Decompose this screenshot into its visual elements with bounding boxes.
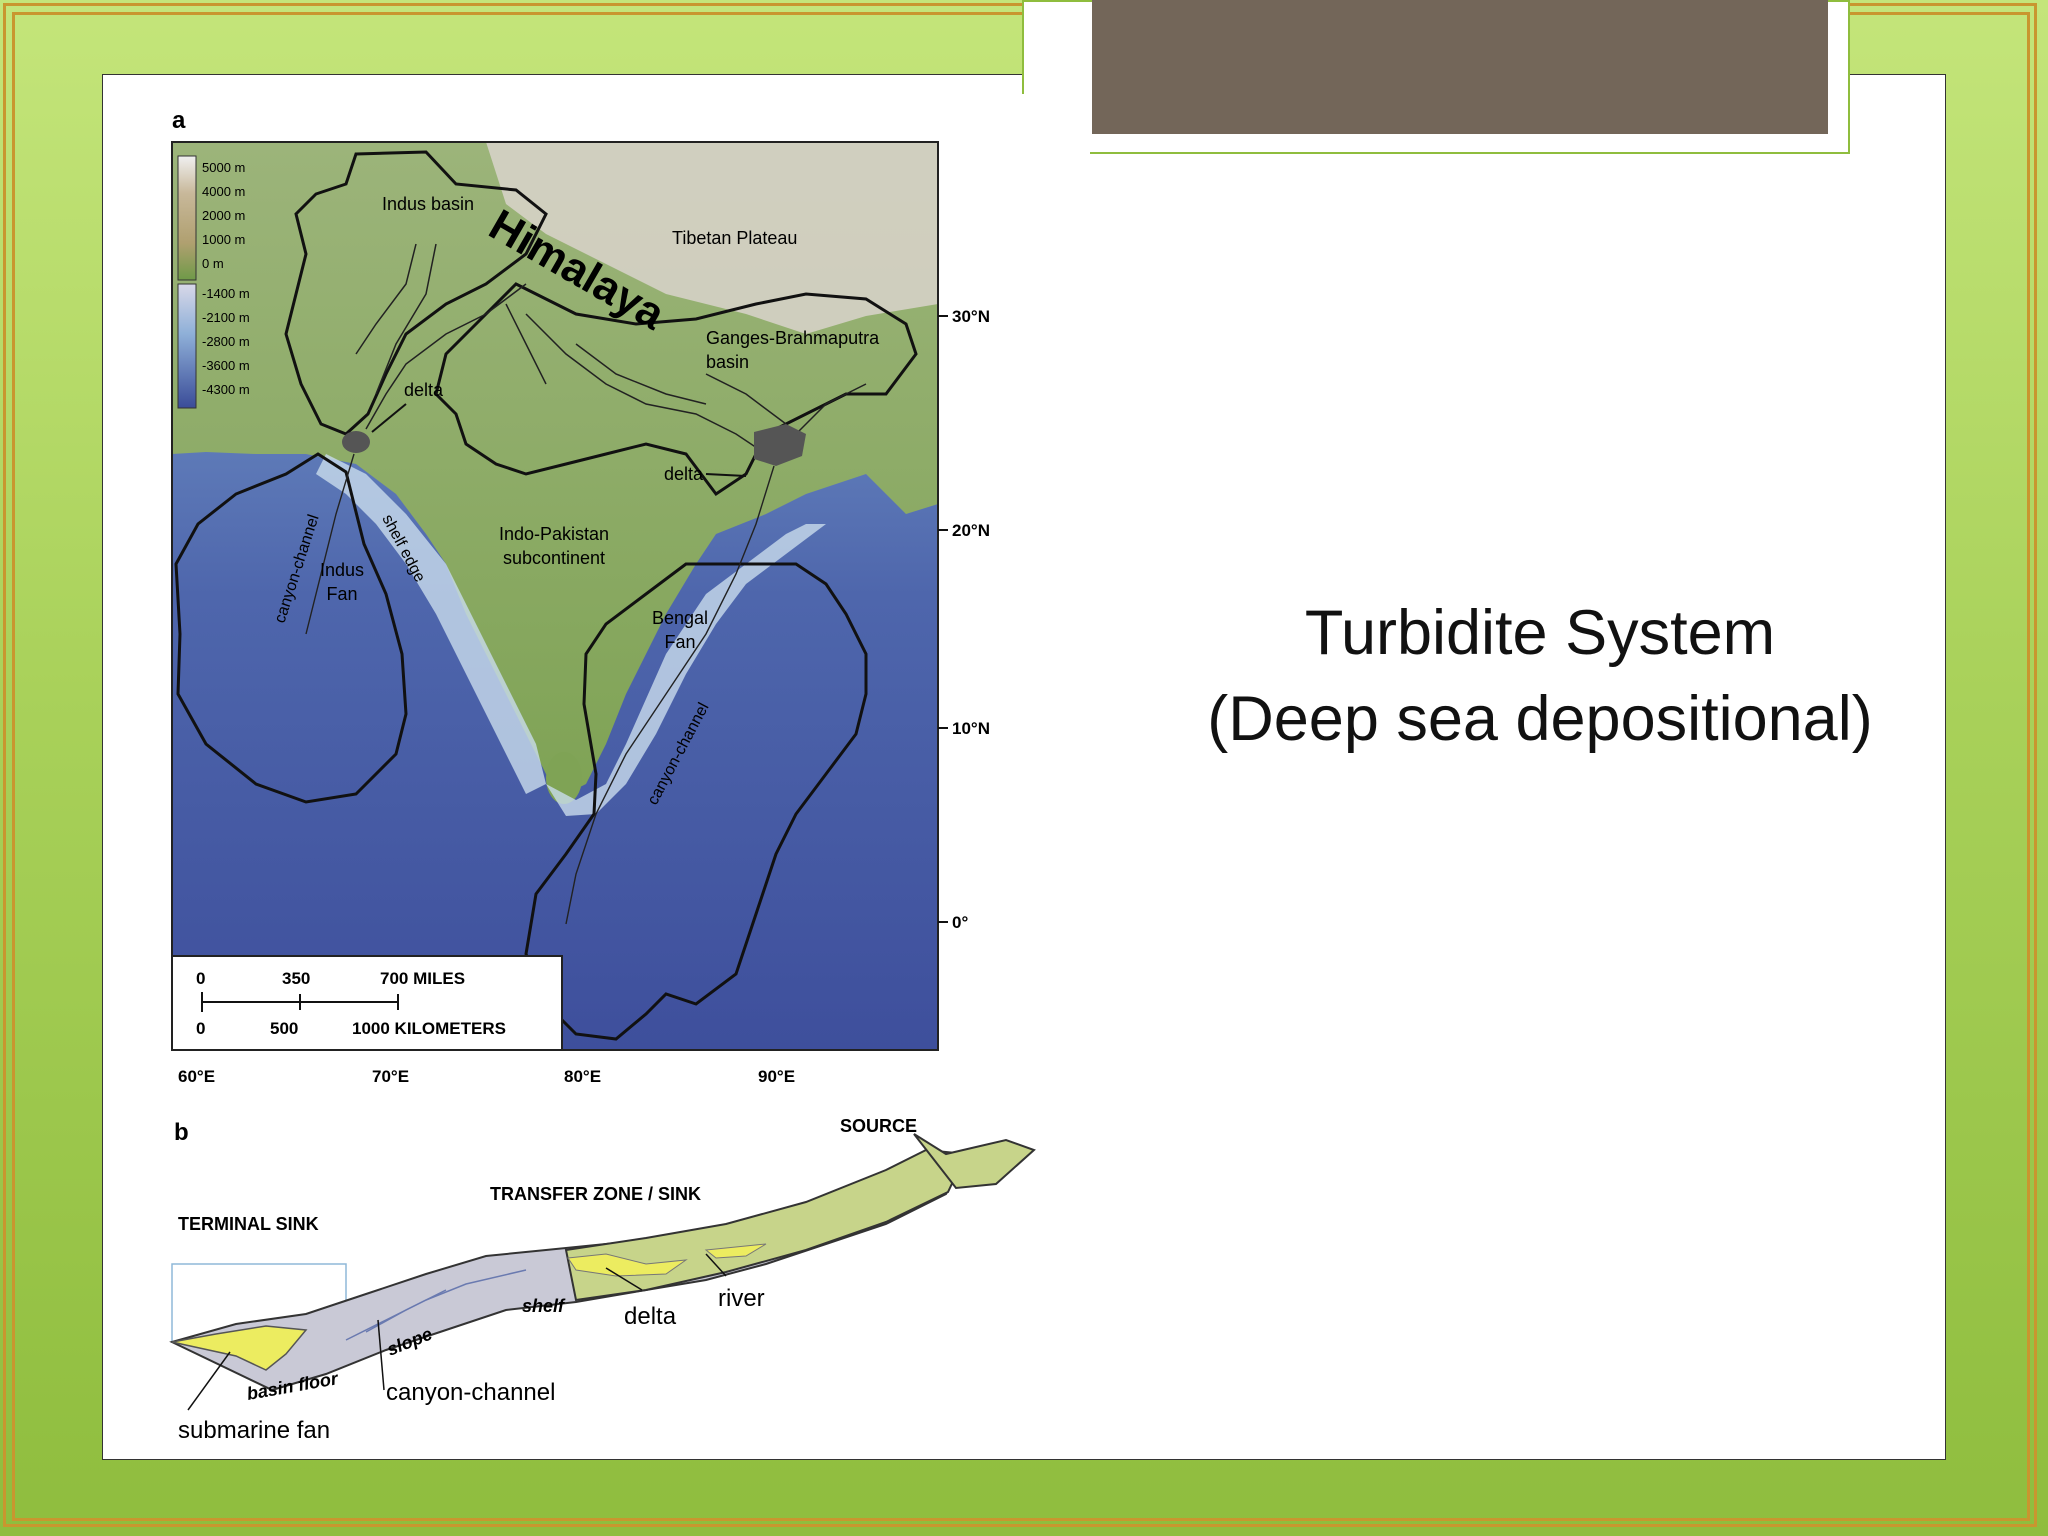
label-indus-fan-1: Indus	[320, 560, 364, 580]
label-source: SOURCE	[840, 1116, 917, 1136]
legend-land-3: 1000 m	[202, 232, 245, 247]
scale-km-500: 500	[270, 1019, 298, 1038]
legend-sea-2: -2800 m	[202, 334, 250, 349]
legend-sea-3: -3600 m	[202, 358, 250, 373]
slide-caption: Turbidite System (Deep sea depositional)	[1140, 590, 1940, 762]
scale-miles-700: 700 MILES	[380, 969, 465, 988]
label-terminal-sink: TERMINAL SINK	[178, 1214, 319, 1234]
panel-a-label: a	[172, 107, 186, 134]
legend-sea-4: -4300 m	[202, 382, 250, 397]
label-transfer-zone: TRANSFER ZONE / SINK	[490, 1184, 701, 1204]
legend-sea-1: -2100 m	[202, 310, 250, 325]
label-shelf: shelf	[522, 1296, 566, 1316]
longitude-labels: 60°E 70°E 80°E 90°E	[178, 1067, 795, 1086]
label-delta-indus: delta	[404, 380, 444, 400]
legend-land-0: 5000 m	[202, 160, 245, 175]
caption-line-1: Turbidite System	[1304, 598, 1776, 668]
legend-sea-bar	[177, 283, 197, 409]
lon-80e: 80°E	[564, 1067, 601, 1086]
legend-land-4: 0 m	[202, 256, 224, 271]
scale-bar: 0 350 700 MILES 0 500 1000 KILOMETERS	[171, 955, 563, 1051]
label-submarine-fan: submarine fan	[178, 1417, 330, 1444]
label-indus-fan-2: Fan	[326, 584, 357, 604]
label-delta-b: delta	[624, 1303, 677, 1330]
label-indo-pakistan-2: subcontinent	[503, 548, 605, 568]
caption-line-2: (Deep sea depositional)	[1207, 684, 1873, 754]
lat-20n: 20°N	[952, 521, 990, 540]
label-ganges-basin-1: Ganges-Brahmaputra	[706, 328, 880, 348]
lat-0: 0°	[952, 913, 968, 932]
label-indo-pakistan-1: Indo-Pakistan	[499, 524, 609, 544]
scale-km-1000: 1000 KILOMETERS	[352, 1019, 506, 1038]
title-placeholder-bar	[1092, 0, 1828, 134]
lon-90e: 90°E	[758, 1067, 795, 1086]
lon-60e: 60°E	[178, 1067, 215, 1086]
legend-land-1: 4000 m	[202, 184, 245, 199]
scale-miles-350: 350	[282, 969, 310, 988]
turbidite-figure: a 5000 m 4000 m 2000 m 1000 m 0 m -1400 …	[106, 94, 1090, 1456]
lat-10n: 10°N	[952, 719, 990, 738]
label-tibetan-plateau: Tibetan Plateau	[672, 228, 797, 248]
figure-svg: a 5000 m 4000 m 2000 m 1000 m 0 m -1400 …	[169, 107, 1036, 1444]
scale-km-0: 0	[196, 1019, 205, 1038]
scale-miles-0: 0	[196, 969, 205, 988]
lat-30n: 30°N	[952, 307, 990, 326]
legend-land-bar	[177, 155, 197, 281]
label-indus-basin: Indus basin	[382, 194, 474, 214]
legend-sea-0: -1400 m	[202, 286, 250, 301]
label-river: river	[718, 1285, 765, 1312]
legend-land-2: 2000 m	[202, 208, 245, 223]
panel-b-label: b	[174, 1119, 189, 1146]
label-bengal-fan-1: Bengal	[652, 608, 708, 628]
lon-70e: 70°E	[372, 1067, 409, 1086]
panel-b: b SOURCE TRANSFER ZONE / SINK TERMINAL S…	[169, 1116, 1036, 1444]
river-valley	[564, 1148, 968, 1302]
latitude-labels: 30°N 20°N 10°N 0°	[938, 307, 990, 932]
label-bengal-fan-2: Fan	[664, 632, 695, 652]
label-ganges-basin-2: basin	[706, 352, 749, 372]
label-delta-ganges: delta	[664, 464, 704, 484]
map-panel-a: 5000 m 4000 m 2000 m 1000 m 0 m -1400 m …	[171, 141, 990, 1086]
label-canyon-channel-b: canyon-channel	[386, 1379, 555, 1406]
indus-delta	[342, 431, 370, 453]
